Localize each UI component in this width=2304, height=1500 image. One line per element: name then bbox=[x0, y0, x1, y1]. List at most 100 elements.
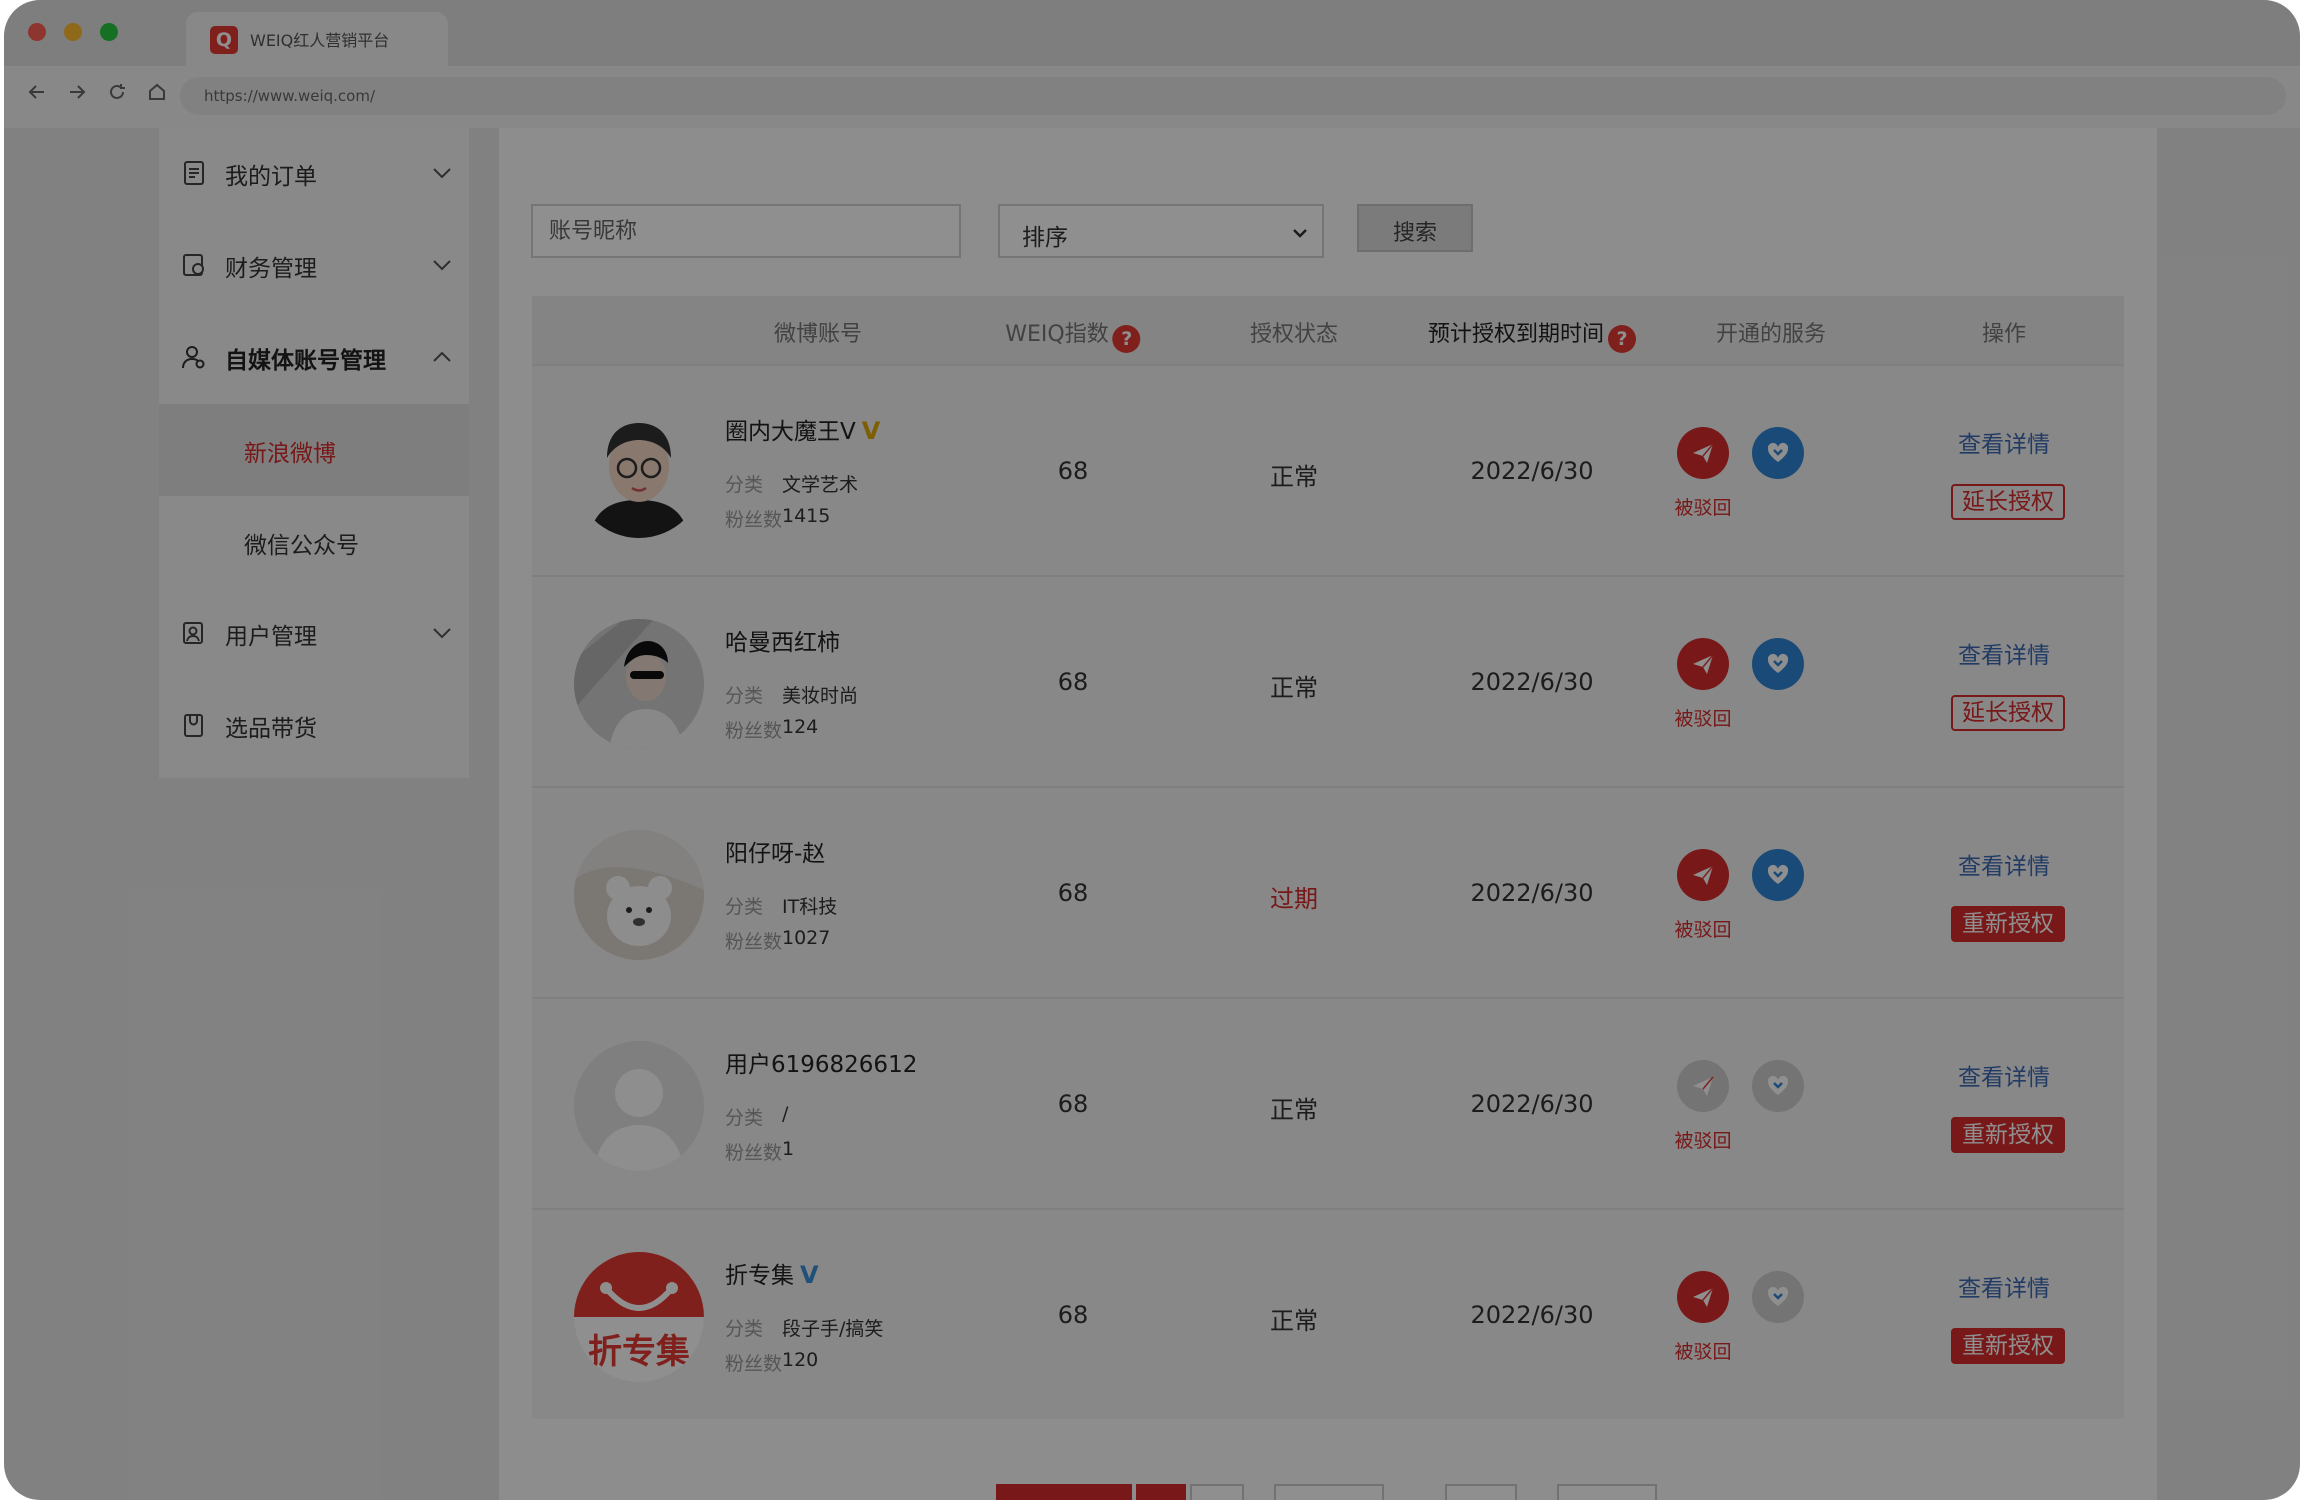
pagination-page-button[interactable] bbox=[1190, 1484, 1244, 1500]
auth-status-value: 正常 bbox=[1270, 1307, 1318, 1335]
view-details-link[interactable]: 查看详情 bbox=[1958, 636, 2050, 670]
account-avatar[interactable]: 折专集 bbox=[574, 1252, 704, 1382]
address-toolbar: https://www.weiq.com/ bbox=[4, 66, 2300, 128]
sidebar-item-product-selection[interactable]: 选品带货 bbox=[159, 680, 469, 772]
column-header-expiry: 预计授权到期时间? bbox=[1428, 316, 1637, 353]
service-send-icon[interactable] bbox=[1677, 849, 1729, 901]
account-avatar[interactable] bbox=[574, 619, 704, 749]
sidebar-subitem-weibo[interactable]: 新浪微博 bbox=[159, 404, 469, 496]
chevron-up-icon bbox=[433, 351, 451, 362]
forward-arrow-icon[interactable] bbox=[64, 81, 90, 109]
auth-status-value: 过期 bbox=[1270, 885, 1318, 913]
chevron-down-icon bbox=[1293, 229, 1307, 238]
browser-tab[interactable]: Q WEIQ红人营销平台 bbox=[186, 12, 448, 66]
service-heart-icon[interactable] bbox=[1752, 1060, 1804, 1112]
column-header-services: 开通的服务 bbox=[1715, 322, 1827, 347]
table-row: 用户6196826612 分类 / 粉丝数 1 68 正常 2022/6/30 被驳回 查看详情重… bbox=[532, 997, 2124, 1208]
user-icon bbox=[182, 346, 205, 369]
sidebar-item-orders[interactable]: 我的订单 bbox=[159, 128, 469, 220]
account-name[interactable]: 折专集 V bbox=[725, 1256, 819, 1290]
sidebar-item-label: 我的订单 bbox=[225, 164, 317, 190]
view-details-link[interactable]: 查看详情 bbox=[1958, 1058, 2050, 1092]
authorize-action-button[interactable]: 延长授权 bbox=[1951, 695, 2065, 731]
fans-value: 1 bbox=[782, 1138, 795, 1160]
view-details-link[interactable]: 查看详情 bbox=[1958, 425, 2050, 459]
pagination-prev-button[interactable] bbox=[996, 1484, 1132, 1500]
close-window-button[interactable] bbox=[28, 23, 46, 41]
authorize-action-button[interactable]: 重新授权 bbox=[1951, 1328, 2065, 1364]
category-label: 分类 bbox=[725, 1318, 764, 1340]
service-send-icon[interactable] bbox=[1677, 1060, 1729, 1112]
sort-select-value: 排序 bbox=[1022, 225, 1068, 251]
service-heart-icon[interactable] bbox=[1752, 638, 1804, 690]
service-heart-icon[interactable] bbox=[1752, 849, 1804, 901]
home-icon[interactable] bbox=[144, 81, 170, 109]
search-button[interactable]: 搜索 bbox=[1357, 204, 1473, 252]
fans-label: 粉丝数 bbox=[725, 1353, 783, 1375]
sidebar-item-finance[interactable]: 财务管理 bbox=[159, 220, 469, 312]
pagination-next-button[interactable] bbox=[1274, 1484, 1384, 1500]
weiq-index-value: 68 bbox=[1057, 457, 1089, 485]
account-name[interactable]: 用户6196826612 bbox=[725, 1045, 917, 1079]
help-icon[interactable]: ? bbox=[1112, 325, 1141, 353]
weiq-index-value: 68 bbox=[1057, 1301, 1089, 1329]
category-value: 美妆时尚 bbox=[782, 685, 859, 707]
fans-label: 粉丝数 bbox=[725, 1142, 783, 1164]
category-value: / bbox=[782, 1103, 789, 1125]
address-bar[interactable]: https://www.weiq.com/ bbox=[180, 77, 2286, 115]
authorize-action-button[interactable]: 重新授权 bbox=[1951, 1117, 2065, 1153]
weiq-index-value: 68 bbox=[1057, 668, 1089, 696]
column-header-account: 微博账号 bbox=[773, 322, 863, 347]
document-icon bbox=[184, 161, 204, 185]
account-avatar[interactable] bbox=[574, 1041, 704, 1171]
account-name[interactable]: 圈内大魔王V V bbox=[725, 412, 880, 446]
help-icon[interactable]: ? bbox=[1608, 325, 1637, 353]
sidebar-item-media-accounts[interactable]: 自媒体账号管理 bbox=[159, 312, 469, 404]
fans-value: 1415 bbox=[782, 505, 831, 527]
account-name[interactable]: 阳仔呀-赵 bbox=[725, 834, 825, 868]
user-card-icon bbox=[183, 622, 203, 644]
weiq-logo-icon: Q bbox=[210, 26, 238, 54]
minimize-window-button[interactable] bbox=[64, 23, 82, 41]
pagination-page-button[interactable] bbox=[1136, 1484, 1186, 1500]
account-avatar[interactable] bbox=[574, 408, 704, 538]
maximize-window-button[interactable] bbox=[100, 23, 118, 41]
sort-select[interactable]: 排序 bbox=[998, 204, 1324, 258]
expiry-date-value: 2022/6/30 bbox=[1470, 879, 1594, 907]
browser-window: Q WEIQ红人营销平台 https://www.weiq.com/ 我的订单 bbox=[4, 0, 2300, 1500]
sidebar: 我的订单 财务管理 自媒体账号管理 新浪微博 微信公众号 用户管理 选品带货 bbox=[159, 128, 469, 778]
tab-title: WEIQ红人营销平台 bbox=[250, 31, 390, 50]
sidebar-item-users[interactable]: 用户管理 bbox=[159, 588, 469, 680]
sidebar-subitem-wechat[interactable]: 微信公众号 bbox=[159, 496, 469, 588]
reload-icon[interactable] bbox=[104, 81, 130, 109]
view-details-link[interactable]: 查看详情 bbox=[1958, 847, 2050, 881]
sidebar-item-label: 财务管理 bbox=[225, 256, 317, 282]
rejected-status: 被驳回 bbox=[1674, 497, 1732, 519]
service-send-icon[interactable] bbox=[1677, 1271, 1729, 1323]
service-send-icon[interactable] bbox=[1677, 427, 1729, 479]
pagination-go-button[interactable] bbox=[1557, 1484, 1657, 1500]
view-details-link[interactable]: 查看详情 bbox=[1958, 1269, 2050, 1303]
sidebar-item-label: 选品带货 bbox=[225, 716, 317, 742]
verified-badge-icon: V bbox=[861, 417, 881, 445]
title-bar: Q WEIQ红人营销平台 bbox=[4, 0, 2300, 66]
avatar-brand-text: 折专集 bbox=[588, 1332, 690, 1372]
accounts-table: 微博账号 WEIQ指数? 授权状态 预计授权到期时间? 开通的服务 操作 圈内大… bbox=[532, 296, 2124, 1419]
account-avatar[interactable] bbox=[574, 830, 704, 960]
authorize-action-button[interactable]: 重新授权 bbox=[1951, 906, 2065, 942]
table-row: 折专集 折专集 V 分类 段子手/搞笑 粉丝数 120 68 正常 2022/6/30 被驳回 查看详… bbox=[532, 1208, 2124, 1419]
service-heart-icon[interactable] bbox=[1752, 427, 1804, 479]
category-value: 文学艺术 bbox=[782, 474, 859, 496]
table-row: 阳仔呀-赵 分类 IT科技 粉丝数 1027 68 过期 2022/6/30 被驳回 查看详情 重新… bbox=[532, 786, 2124, 997]
table-header: 微博账号 WEIQ指数? 授权状态 预计授权到期时间? 开通的服务 操作 bbox=[532, 296, 2124, 364]
account-name[interactable]: 哈曼西红柿 bbox=[725, 623, 840, 657]
authorize-action-button[interactable]: 延长授权 bbox=[1951, 484, 2065, 520]
fans-value: 120 bbox=[782, 1349, 819, 1371]
auth-status-value: 正常 bbox=[1270, 463, 1318, 491]
back-arrow-icon[interactable] bbox=[24, 81, 50, 109]
service-send-icon[interactable] bbox=[1677, 638, 1729, 690]
fans-label: 粉丝数 bbox=[725, 509, 783, 531]
account-nickname-search-input[interactable] bbox=[531, 204, 961, 258]
pagination-jump-input[interactable] bbox=[1445, 1484, 1517, 1500]
service-heart-icon[interactable] bbox=[1752, 1271, 1804, 1323]
